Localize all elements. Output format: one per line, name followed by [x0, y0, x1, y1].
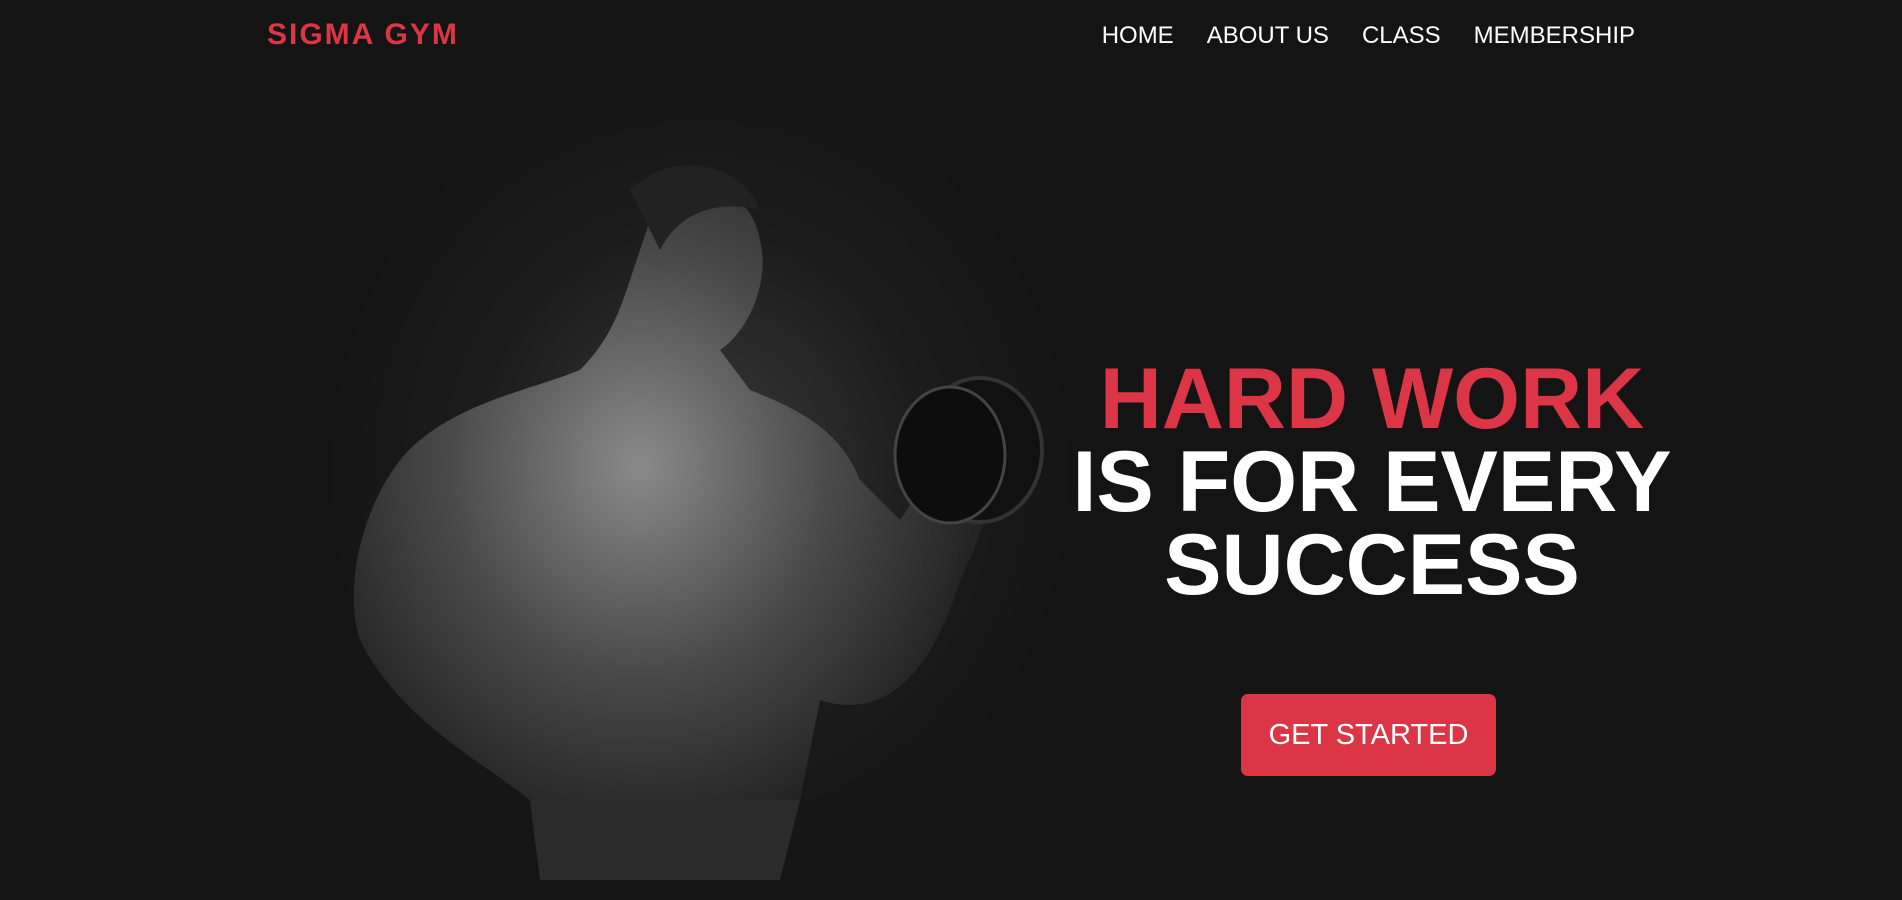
brand-logo[interactable]: SIGMA GYM: [267, 18, 459, 52]
nav-membership[interactable]: MEMBERSHIP: [1474, 22, 1635, 50]
nav-home[interactable]: HOME: [1102, 22, 1174, 50]
nav-class[interactable]: CLASS: [1362, 22, 1441, 50]
hero-line-3: SUCCESS: [1164, 517, 1580, 613]
bodybuilder-image: [353, 165, 1044, 880]
hero-line-2: IS FOR EVERY: [1072, 434, 1672, 530]
nav-about-us[interactable]: ABOUT US: [1207, 22, 1329, 50]
get-started-button[interactable]: GET STARTED: [1241, 694, 1496, 776]
hero-line-1: HARD WORK: [1099, 351, 1645, 447]
main-nav: HOME ABOUT US CLASS MEMBERSHIP: [1102, 22, 1635, 50]
hero-headline: HARD WORK IS FOR EVERY SUCCESS: [1052, 351, 1692, 613]
